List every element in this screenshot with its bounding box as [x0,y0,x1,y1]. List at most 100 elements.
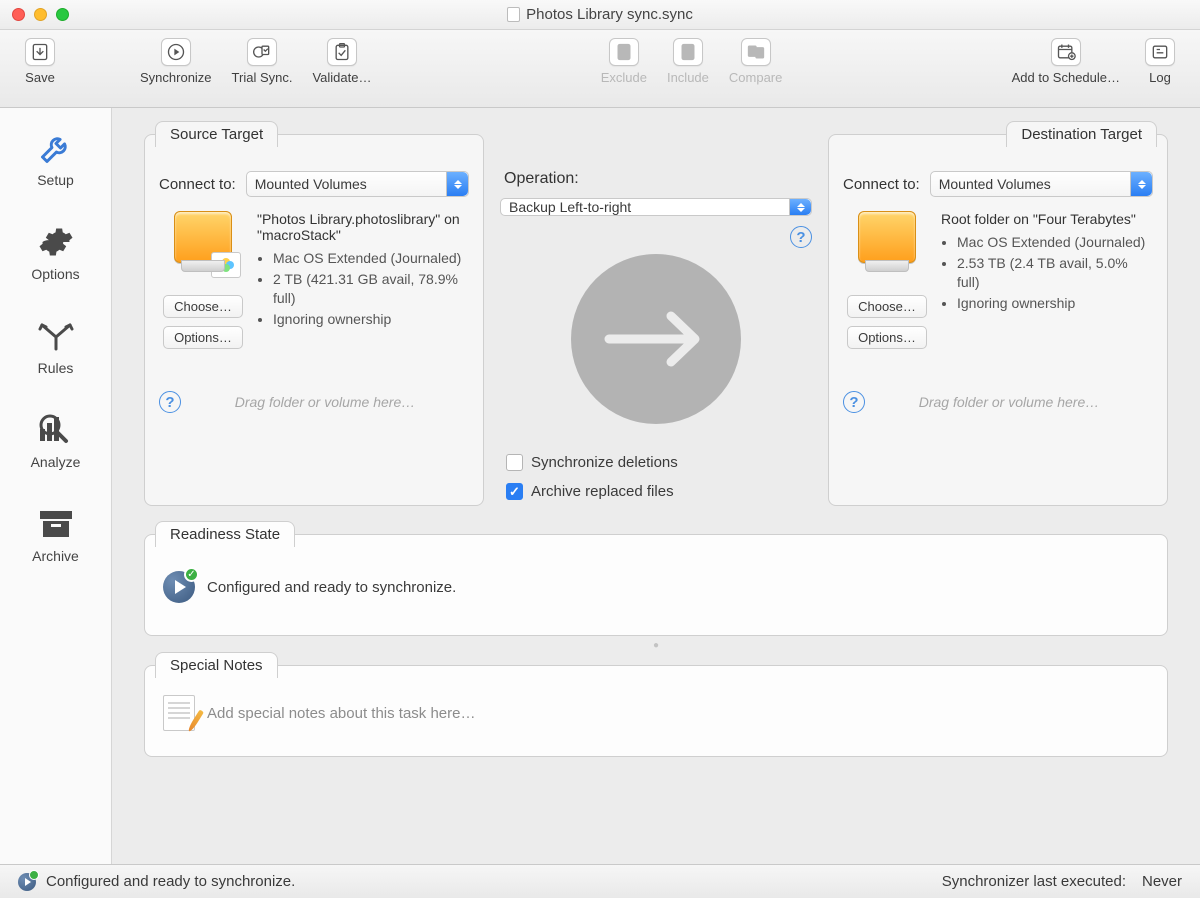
chevron-updown-icon [446,172,468,196]
trial-icon [247,38,277,66]
source-stats: Mac OS Extended (Journaled) 2 TB (421.31… [257,249,469,329]
status-bar: Configured and ready to synchronize. Syn… [0,864,1200,898]
synchronize-button[interactable]: Synchronize [130,38,222,85]
destination-drop-hint: Drag folder or volume here… [865,394,1153,410]
photos-overlay-icon [211,252,241,278]
include-label: Include [667,70,709,85]
ready-check-icon [184,567,199,582]
validate-icon [327,38,357,66]
readiness-tab-label: Readiness State [155,521,295,547]
log-icon [1145,38,1175,66]
destination-help-icon[interactable]: ? [843,391,865,413]
sync-deletions-label: Synchronize deletions [531,454,678,471]
sidebar-item-rules[interactable]: Rules [0,314,111,380]
source-connect-select[interactable]: Mounted Volumes [246,171,469,197]
exclude-label: Exclude [601,70,647,85]
archive-replaced-row[interactable]: Archive replaced files [506,483,674,500]
destination-connect-label: Connect to: [843,176,920,193]
operation-column: Operation: Backup Left-to-right ? Synchr… [492,134,820,506]
destination-connect-select[interactable]: Mounted Volumes [930,171,1153,197]
sidebar-item-options[interactable]: Options [0,220,111,286]
sidebar-setup-label: Setup [37,172,74,188]
destination-connect-value: Mounted Volumes [939,176,1051,192]
notes-placeholder[interactable]: Add special notes about this task here… [207,705,476,722]
destination-target-panel: Destination Target Connect to: Mounted V… [828,134,1168,506]
include-button: Include [657,38,719,85]
destination-drive-icon [858,211,916,263]
sidebar-analyze-label: Analyze [31,454,81,470]
gear-icon [36,224,76,260]
resize-grip-icon[interactable]: ● [144,640,1168,651]
source-connect-label: Connect to: [159,176,236,193]
trial-sync-button[interactable]: Trial Sync. [222,38,303,85]
operation-label: Operation: [504,170,579,188]
save-button[interactable]: Save [10,38,70,85]
operation-direction-icon [571,254,741,424]
log-button[interactable]: Log [1130,38,1190,85]
schedule-label: Add to Schedule… [1012,70,1120,85]
source-help-icon[interactable]: ? [159,391,181,413]
sync-deletions-checkbox[interactable] [506,454,523,471]
archive-box-icon [36,506,76,542]
exclude-icon [609,38,639,66]
window-title: Photos Library sync.sync [0,6,1200,23]
operation-value: Backup Left-to-right [509,199,631,215]
document-icon [507,7,520,22]
operation-select[interactable]: Backup Left-to-right [500,198,812,216]
source-options-button[interactable]: Options… [163,326,243,349]
add-to-schedule-button[interactable]: Add to Schedule… [1002,38,1130,85]
source-drive-icon [174,211,232,263]
destination-options-button[interactable]: Options… [847,326,927,349]
source-name: "Photos Library.photoslibrary" on "macro… [257,211,469,243]
source-stat-fs: Mac OS Extended (Journaled) [273,249,469,268]
status-check-icon [29,870,39,880]
source-connect-value: Mounted Volumes [255,176,367,192]
sidebar-item-analyze[interactable]: Analyze [0,408,111,474]
compare-icon [741,38,771,66]
chevron-updown-icon [789,199,811,215]
titlebar: Photos Library sync.sync [0,0,1200,30]
destination-name: Root folder on "Four Terabytes" [941,211,1153,227]
destination-stat-size: 2.53 TB (2.4 TB avail, 5.0% full) [957,254,1153,292]
sync-deletions-row[interactable]: Synchronize deletions [506,454,678,471]
operation-help-icon[interactable]: ? [790,226,812,248]
window-title-text: Photos Library sync.sync [526,6,693,23]
magnify-chart-icon [36,412,76,448]
sidebar: Setup Options Rules Analyze Archive [0,108,112,864]
include-icon [673,38,703,66]
source-stat-size: 2 TB (421.31 GB avail, 78.9% full) [273,270,469,308]
destination-stat-fs: Mac OS Extended (Journaled) [957,233,1153,252]
synchronize-label: Synchronize [140,70,212,85]
compare-button: Compare [719,38,792,85]
destination-choose-button[interactable]: Choose… [847,295,927,318]
source-tab-label: Source Target [155,121,278,147]
archive-replaced-checkbox[interactable] [506,483,523,500]
wrench-icon [36,130,76,166]
status-last-executed-value: Never [1142,873,1182,890]
source-target-panel: Source Target Connect to: Mounted Volume… [144,134,484,506]
status-play-icon [18,873,36,891]
ready-play-icon [163,571,195,603]
compare-label: Compare [729,70,782,85]
status-text: Configured and ready to synchronize. [46,873,295,890]
log-label: Log [1149,70,1171,85]
special-notes-panel: Special Notes Add special notes about th… [144,665,1168,757]
destination-stats: Mac OS Extended (Journaled) 2.53 TB (2.4… [941,233,1153,313]
source-choose-button[interactable]: Choose… [163,295,243,318]
destination-tab-label: Destination Target [1006,121,1157,147]
notes-tab-label: Special Notes [155,652,278,678]
archive-replaced-label: Archive replaced files [531,483,674,500]
source-drop-hint: Drag folder or volume here… [181,394,469,410]
save-icon [25,38,55,66]
validate-label: Validate… [312,70,371,85]
sidebar-archive-label: Archive [32,548,79,564]
status-last-executed-label: Synchronizer last executed: [942,873,1126,890]
validate-button[interactable]: Validate… [302,38,381,85]
exclude-button: Exclude [591,38,657,85]
schedule-icon [1051,38,1081,66]
sidebar-item-setup[interactable]: Setup [0,126,111,192]
sidebar-item-archive[interactable]: Archive [0,502,111,568]
notes-icon [163,695,195,731]
readiness-text: Configured and ready to synchronize. [207,579,456,596]
chevron-updown-icon [1130,172,1152,196]
